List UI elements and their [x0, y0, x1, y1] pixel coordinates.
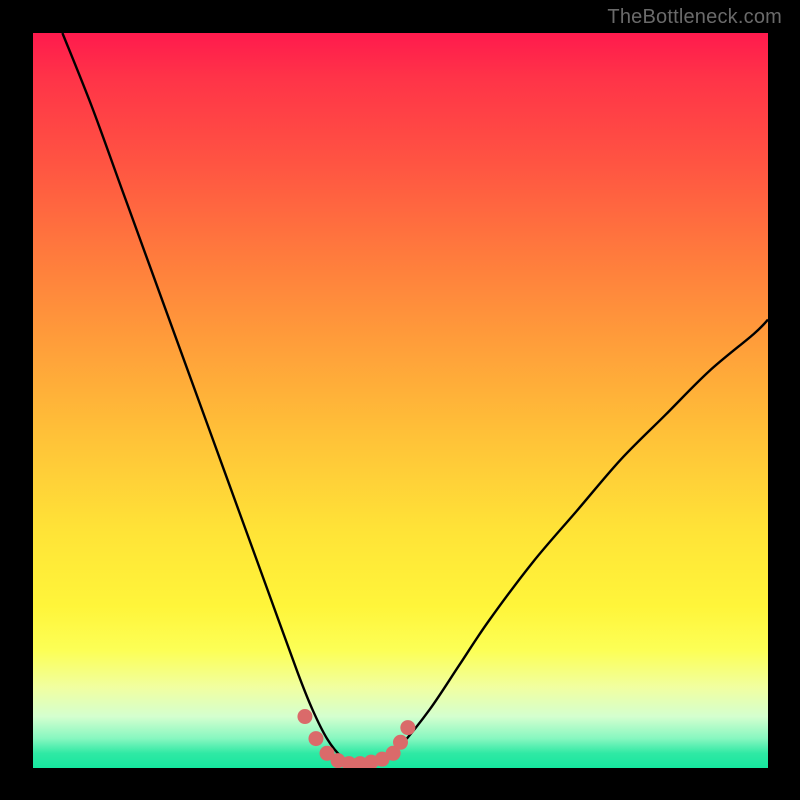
outer-frame: TheBottleneck.com [0, 0, 800, 800]
bottleneck-curve-path [62, 33, 768, 765]
bottleneck-curve [62, 33, 768, 765]
highlight-dot [393, 735, 408, 750]
watermark-text: TheBottleneck.com [607, 6, 782, 29]
highlight-dot [400, 720, 415, 735]
chart-svg [33, 33, 768, 768]
highlight-dot [308, 731, 323, 746]
highlight-dot [297, 709, 312, 724]
plot-area [33, 33, 768, 768]
